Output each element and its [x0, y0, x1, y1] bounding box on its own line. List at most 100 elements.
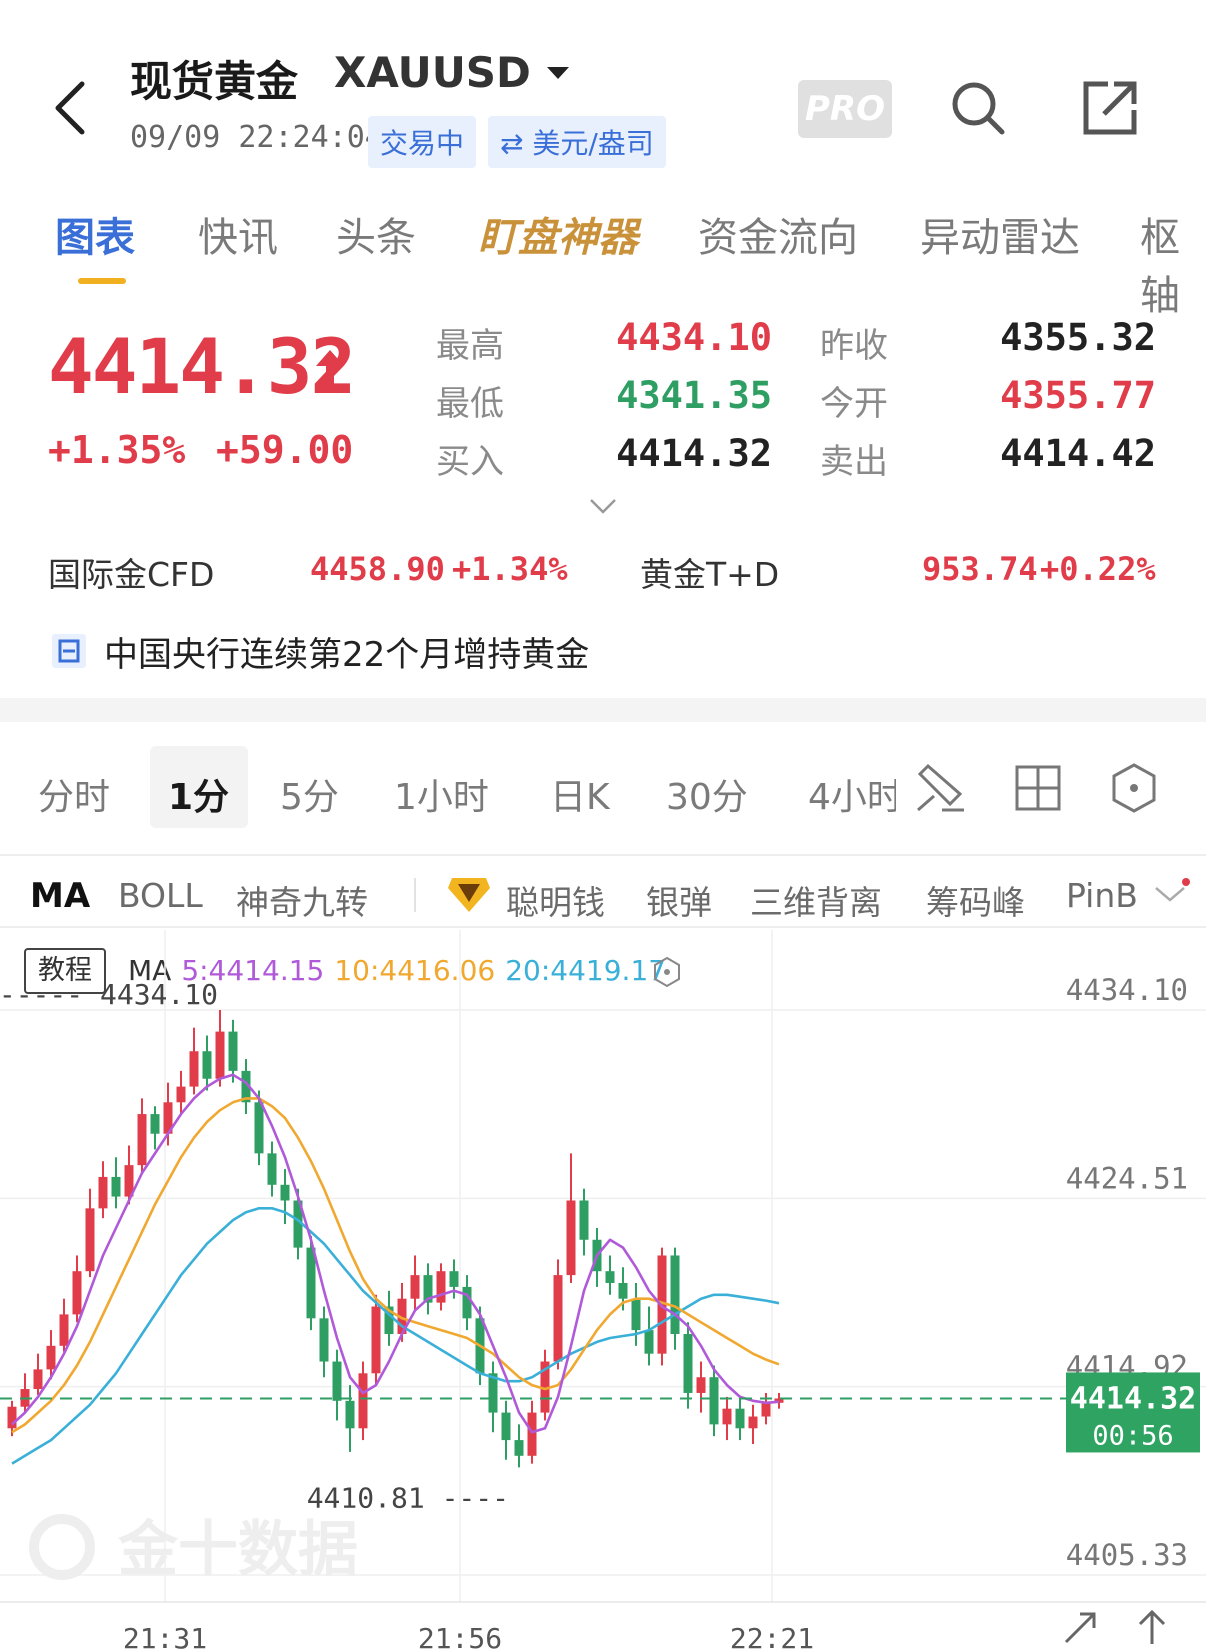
pen-draw-icon	[917, 763, 964, 812]
candle	[228, 1019, 238, 1083]
chart-settings-button[interactable]	[1110, 762, 1158, 818]
grid-layout-icon	[1015, 765, 1061, 811]
divider	[0, 854, 1206, 856]
candle	[150, 1106, 160, 1150]
tab-fund-flow[interactable]: 资金流向	[698, 205, 858, 263]
indicator-pinbar[interactable]: PinB	[1066, 876, 1138, 915]
candle	[215, 1010, 225, 1087]
candle-body	[306, 1247, 316, 1319]
tab-anomaly-radar[interactable]: 异动雷达	[920, 205, 1080, 263]
candle	[540, 1349, 550, 1421]
candle-body	[72, 1271, 82, 1315]
related-price: 4458.90	[310, 550, 445, 588]
tab-flash-news[interactable]: 快讯	[198, 205, 278, 263]
y-tick-label: 4424.51	[1066, 1161, 1188, 1195]
timeframe-1h[interactable]: 1小时	[394, 768, 489, 820]
timeframe-5m[interactable]: 5分	[280, 768, 339, 820]
candle-body	[254, 1102, 264, 1154]
draw-tool-button[interactable]	[914, 760, 968, 818]
candle-body	[722, 1408, 732, 1425]
candle-body	[670, 1255, 680, 1335]
candle	[735, 1396, 745, 1441]
diamond-icon	[446, 872, 492, 920]
timeframe-30m[interactable]: 30分	[666, 768, 748, 820]
indicator-magic-nine[interactable]: 神奇九转	[236, 876, 368, 924]
stat-label-bid: 买入	[436, 442, 504, 482]
active-tab-indicator	[78, 278, 126, 284]
candle	[111, 1157, 121, 1209]
current-price-label: 4414.32	[1070, 1381, 1196, 1416]
stat-value-open: 4355.77	[1000, 374, 1156, 417]
candle-body	[683, 1334, 693, 1393]
stat-label-ask: 卖出	[820, 442, 888, 482]
symbol-selector[interactable]: XAUUSD	[334, 48, 573, 97]
candle	[280, 1169, 290, 1225]
candle	[98, 1161, 108, 1219]
unit-badge: ⇄ 美元/盎司	[488, 116, 666, 168]
candle	[605, 1255, 615, 1295]
candle-body	[7, 1406, 17, 1429]
candle-body	[631, 1298, 641, 1331]
related-name: 国际金CFD	[48, 555, 215, 594]
candle-body	[761, 1402, 771, 1417]
timeframe-intraday[interactable]: 分时	[38, 768, 110, 820]
candle-body	[85, 1208, 95, 1272]
search-button[interactable]	[948, 78, 1008, 142]
tab-pivot[interactable]: 枢轴	[1140, 205, 1206, 321]
candle-body	[345, 1400, 355, 1429]
tab-chart[interactable]: 图表	[55, 205, 135, 263]
stat-label-low: 最低	[436, 384, 504, 424]
more-indicators-button[interactable]	[1150, 878, 1190, 912]
indicator-3d-divergence[interactable]: 三维背离	[750, 876, 882, 924]
pro-badge[interactable]: PRO	[798, 80, 892, 138]
candle	[410, 1255, 420, 1311]
candle	[72, 1255, 82, 1323]
candle	[358, 1361, 368, 1441]
related-row-td[interactable]: 黄金T+D 953.74 +0.22%	[640, 548, 1160, 594]
related-row-cfd[interactable]: 国际金CFD 4458.90 +1.34%	[48, 548, 568, 594]
candle-body	[410, 1275, 420, 1299]
indicator-chip-peak[interactable]: 筹码峰	[926, 876, 1025, 924]
candle-body	[462, 1286, 472, 1319]
candle-body	[696, 1377, 706, 1393]
timeframe-4h[interactable]: 4小时	[808, 768, 896, 818]
indicator-ma[interactable]: MA	[30, 876, 90, 916]
candle	[462, 1275, 472, 1331]
price-up-arrow-icon	[314, 348, 346, 392]
timeframe-daily[interactable]: 日K	[550, 768, 610, 820]
tab-watch-tool[interactable]: 盯盘神器	[478, 205, 638, 263]
candle-body	[332, 1361, 342, 1401]
back-button[interactable]	[48, 78, 98, 138]
time-axis-label: 21:56	[418, 1622, 502, 1651]
candlestick-chart[interactable]: 4434.104424.514414.924405.3321:31 21:56 22…	[0, 930, 1206, 1651]
expand-stats-button[interactable]	[588, 496, 618, 520]
stat-value-prev-close: 4355.32	[1000, 316, 1156, 359]
candle	[683, 1322, 693, 1409]
candle	[514, 1424, 524, 1468]
news-icon	[52, 634, 86, 668]
candle	[176, 1070, 186, 1115]
candle-body	[215, 1031, 225, 1079]
symbol-code: XAUUSD	[334, 48, 531, 97]
layout-button[interactable]	[1014, 764, 1062, 816]
indicator-silver-bullet[interactable]: 银弹	[646, 876, 712, 924]
chevron-down-icon	[1155, 878, 1190, 902]
indicator-boll[interactable]: BOLL	[118, 876, 203, 915]
candle	[137, 1098, 147, 1173]
candle-body	[514, 1440, 524, 1456]
tab-headlines[interactable]: 头条	[336, 205, 416, 263]
stat-value-ask: 4414.42	[1000, 432, 1156, 475]
stat-value-bid: 4414.32	[616, 432, 772, 475]
news-item[interactable]: 中国央行连续第22个月增持黄金	[50, 626, 589, 676]
watermark-text: 金十数据	[118, 1515, 358, 1585]
candle-body	[566, 1200, 576, 1276]
candle	[709, 1365, 719, 1437]
stat-value-high: 4434.10	[616, 316, 772, 359]
candle	[501, 1400, 511, 1460]
candle-body	[579, 1200, 589, 1240]
timeframe-1m[interactable]: 1分	[168, 768, 229, 820]
share-button[interactable]	[1080, 78, 1140, 142]
low-price-marker: 4410.81 ----	[307, 1481, 509, 1514]
candle-body	[59, 1314, 69, 1346]
indicator-smart-money[interactable]: 聪明钱	[506, 876, 605, 924]
